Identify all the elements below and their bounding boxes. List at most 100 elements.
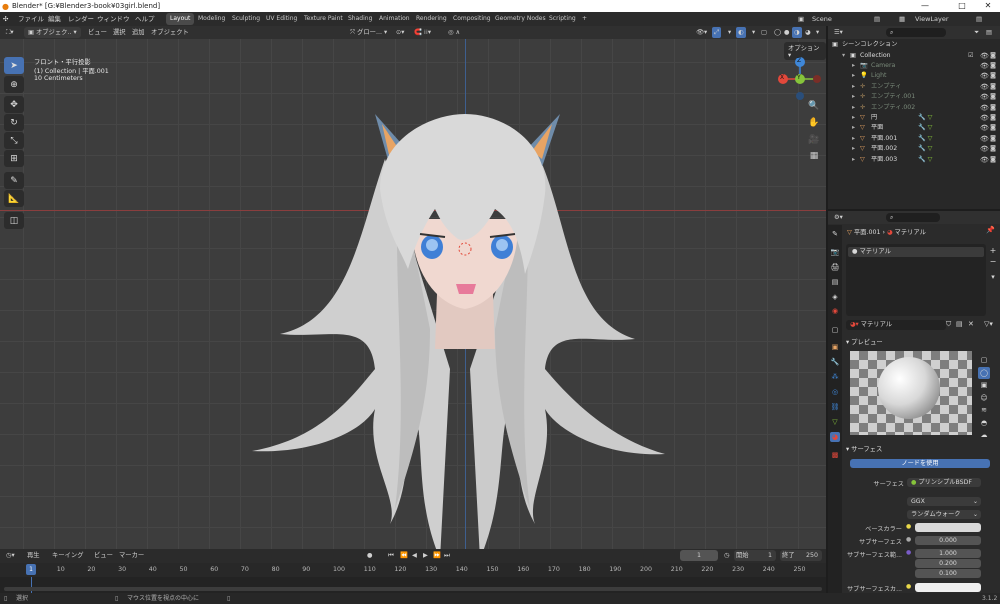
start-frame-field[interactable]: 開始 1 xyxy=(734,550,776,561)
record-icon[interactable]: ● xyxy=(365,550,375,561)
expand-icon[interactable]: ▸ xyxy=(852,103,855,113)
annotate-tool-icon[interactable]: ✎ xyxy=(4,172,24,189)
add-slot-icon[interactable]: + xyxy=(988,246,998,256)
menu-help[interactable]: ヘルプ xyxy=(135,12,155,26)
timeline-scrollbar[interactable] xyxy=(4,587,822,591)
eye-icon[interactable]: 👁 xyxy=(980,61,989,71)
xray-icon[interactable]: ▢ xyxy=(759,27,769,38)
radius-x-field[interactable]: 1.000 xyxy=(915,549,981,558)
shading-dropdown-icon[interactable]: ▾ xyxy=(814,27,821,38)
filter-icon[interactable]: ⏷ xyxy=(972,27,981,38)
tab-animation[interactable]: Animation xyxy=(375,13,414,25)
base-color-swatch[interactable] xyxy=(915,523,981,532)
eye-icon[interactable]: 👁 xyxy=(980,103,989,113)
preview-shaderball-icon[interactable]: ◓ xyxy=(978,417,990,430)
pan-hand-icon[interactable]: ✋ xyxy=(806,116,822,130)
tab-texture-paint[interactable]: Texture Paint xyxy=(300,13,347,25)
editor-type-icon[interactable]: ⛶▾ xyxy=(4,27,16,38)
tab-uv-editing[interactable]: UV Editing xyxy=(262,13,301,25)
viewlayer-name[interactable]: ViewLayer xyxy=(915,12,949,26)
eye-icon[interactable]: 👁 xyxy=(980,71,989,81)
new-viewlayer-icon[interactable]: ▤ xyxy=(976,12,982,26)
blender-menu-icon[interactable]: ✣ xyxy=(3,12,8,26)
surface-panel-header[interactable]: ▾ サーフェス xyxy=(846,444,882,453)
subsurface-method-dropdown[interactable]: ランダムウォーク ⌄ xyxy=(907,510,981,519)
modifier-tab-icon[interactable]: 🔧 xyxy=(830,357,840,367)
add-workspace-button[interactable]: + xyxy=(578,13,591,25)
eye-icon[interactable]: 👁 xyxy=(980,123,989,133)
tab-geometry-nodes[interactable]: Geometry Nodes xyxy=(491,13,550,25)
socket-icon[interactable]: ● xyxy=(906,523,911,530)
jump-start-icon[interactable]: ⏮ xyxy=(386,550,396,561)
output-tab-icon[interactable]: 🖨 xyxy=(830,262,840,272)
timeline-editor-icon[interactable]: ◷▾ xyxy=(4,550,17,561)
view-layer-tab-icon[interactable]: ▤ xyxy=(830,277,840,287)
expand-icon[interactable]: ▸ xyxy=(852,61,855,71)
surface-shader-field[interactable]: ● プリンシプルBSDF xyxy=(907,478,981,487)
visibility-icon[interactable]: 👁▾ xyxy=(694,27,709,38)
properties-panel[interactable]: ⚙▾ ⌕ ✎ 📷 🖨 ▤ ◈ ◉ ▢ ▣ 🔧 ⁂ ◎ ⛓ ▽ ◕ ▩ ▽ 平面.… xyxy=(828,211,1000,593)
close-button[interactable]: ✕ xyxy=(976,0,1000,12)
expand-icon[interactable]: ▸ xyxy=(852,113,855,123)
current-frame-field[interactable]: 1 xyxy=(680,550,718,561)
preview-hair-icon[interactable]: ≋ xyxy=(978,404,990,417)
constraints-tab-icon[interactable]: ⛓ xyxy=(830,402,840,412)
render-camera-icon[interactable]: ◙ xyxy=(990,71,996,81)
properties-editor-icon[interactable]: ⚙▾ xyxy=(832,212,845,223)
outliner-root[interactable]: ▣ シーンコレクション xyxy=(828,40,1000,50)
menu-edit[interactable]: 編集 xyxy=(48,12,61,26)
tab-layout[interactable]: Layout xyxy=(166,13,195,25)
shading-solid-icon[interactable]: ● xyxy=(782,27,792,38)
link-dropdown-icon[interactable]: ▽▾ xyxy=(984,320,993,328)
preview-flat-icon[interactable]: ▢ xyxy=(978,354,990,367)
gizmo-dropdown-icon[interactable]: ▾ xyxy=(726,27,733,38)
outliner-row[interactable]: ▸ 📷 Camera 👁 ◙ xyxy=(828,61,1000,71)
expand-icon[interactable]: ▸ xyxy=(852,71,855,81)
proportional-edit-icon[interactable]: ◎ ∧ xyxy=(446,27,462,38)
subsurface-field[interactable]: 0.000 xyxy=(915,536,981,545)
transform-orientation-dropdown[interactable]: ⤧ グロー... ▾ xyxy=(348,27,389,38)
tab-modeling[interactable]: Modeling xyxy=(194,13,229,25)
distribution-dropdown[interactable]: GGX ⌄ xyxy=(907,497,981,506)
properties-search-input[interactable]: ⌕ xyxy=(886,213,940,222)
playhead-marker[interactable]: 1 xyxy=(26,564,36,575)
socket-icon[interactable]: ● xyxy=(906,583,911,590)
collection-tab-icon[interactable]: ▢ xyxy=(830,325,840,335)
radius-z-field[interactable]: 0.100 xyxy=(915,569,981,578)
zoom-icon[interactable]: 🔍 xyxy=(806,99,822,113)
outliner-editor-icon[interactable]: ☰▾ xyxy=(832,27,845,38)
texture-tab-icon[interactable]: ▩ xyxy=(830,450,840,460)
outliner-row[interactable]: ▸ ✛ エンプティ 👁 ◙ xyxy=(828,82,1000,92)
eye-icon[interactable]: 👁 xyxy=(980,51,989,61)
shading-material-icon[interactable]: ◑ xyxy=(792,27,802,38)
unlink-material-icon[interactable]: ✕ xyxy=(968,320,974,328)
measure-tool-icon[interactable]: 📐 xyxy=(4,190,24,207)
minimize-button[interactable]: — xyxy=(913,0,937,12)
scene-tab-icon[interactable]: ◈ xyxy=(830,292,840,302)
outliner-row[interactable]: ▸ ▽ 平面.001 🔧 ▽ 👁 ◙ xyxy=(828,134,1000,144)
rotate-tool-icon[interactable]: ↻ xyxy=(4,114,24,131)
socket-icon[interactable]: ● xyxy=(906,549,911,556)
menu-render[interactable]: レンダー xyxy=(68,12,94,26)
new-scene-icon[interactable]: ▤ xyxy=(874,12,880,26)
menu-timeline-view[interactable]: ビュー xyxy=(92,550,115,561)
outliner-row[interactable]: ▸ ▽ 円 🔧 ▽ 👁 ◙ xyxy=(828,113,1000,123)
perspective-grid-icon[interactable]: ▦ xyxy=(806,149,822,163)
character-model[interactable] xyxy=(240,69,680,549)
scale-tool-icon[interactable]: ⤡ xyxy=(4,132,24,149)
menu-object[interactable]: オブジェクト xyxy=(149,27,191,38)
object-tab-icon[interactable]: ▣ xyxy=(830,342,840,352)
tab-sculpting[interactable]: Sculpting xyxy=(228,13,264,25)
material-slot[interactable]: ● マテリアル xyxy=(848,247,984,257)
move-tool-icon[interactable]: ✥ xyxy=(4,96,24,113)
scene-name[interactable]: Scene xyxy=(812,12,832,26)
transform-tool-icon[interactable]: ⊞ xyxy=(4,150,24,167)
menu-add[interactable]: 追加 xyxy=(130,27,147,38)
tab-rendering[interactable]: Rendering xyxy=(412,13,451,25)
menu-file[interactable]: ファイル xyxy=(18,12,44,26)
3d-viewport[interactable]: オプション ▾ ➤ ⊕ ✥ ↻ ⤡ ⊞ ✎ 📐 ◫ フロント・平行投影 (1) … xyxy=(0,39,826,549)
outliner-row[interactable]: ▸ ✛ エンプティ.002 👁 ◙ xyxy=(828,103,1000,113)
overlay-toggle-icon[interactable]: ◐ xyxy=(736,27,746,38)
radius-y-field[interactable]: 0.200 xyxy=(915,559,981,568)
render-camera-icon[interactable]: ◙ xyxy=(990,144,996,154)
